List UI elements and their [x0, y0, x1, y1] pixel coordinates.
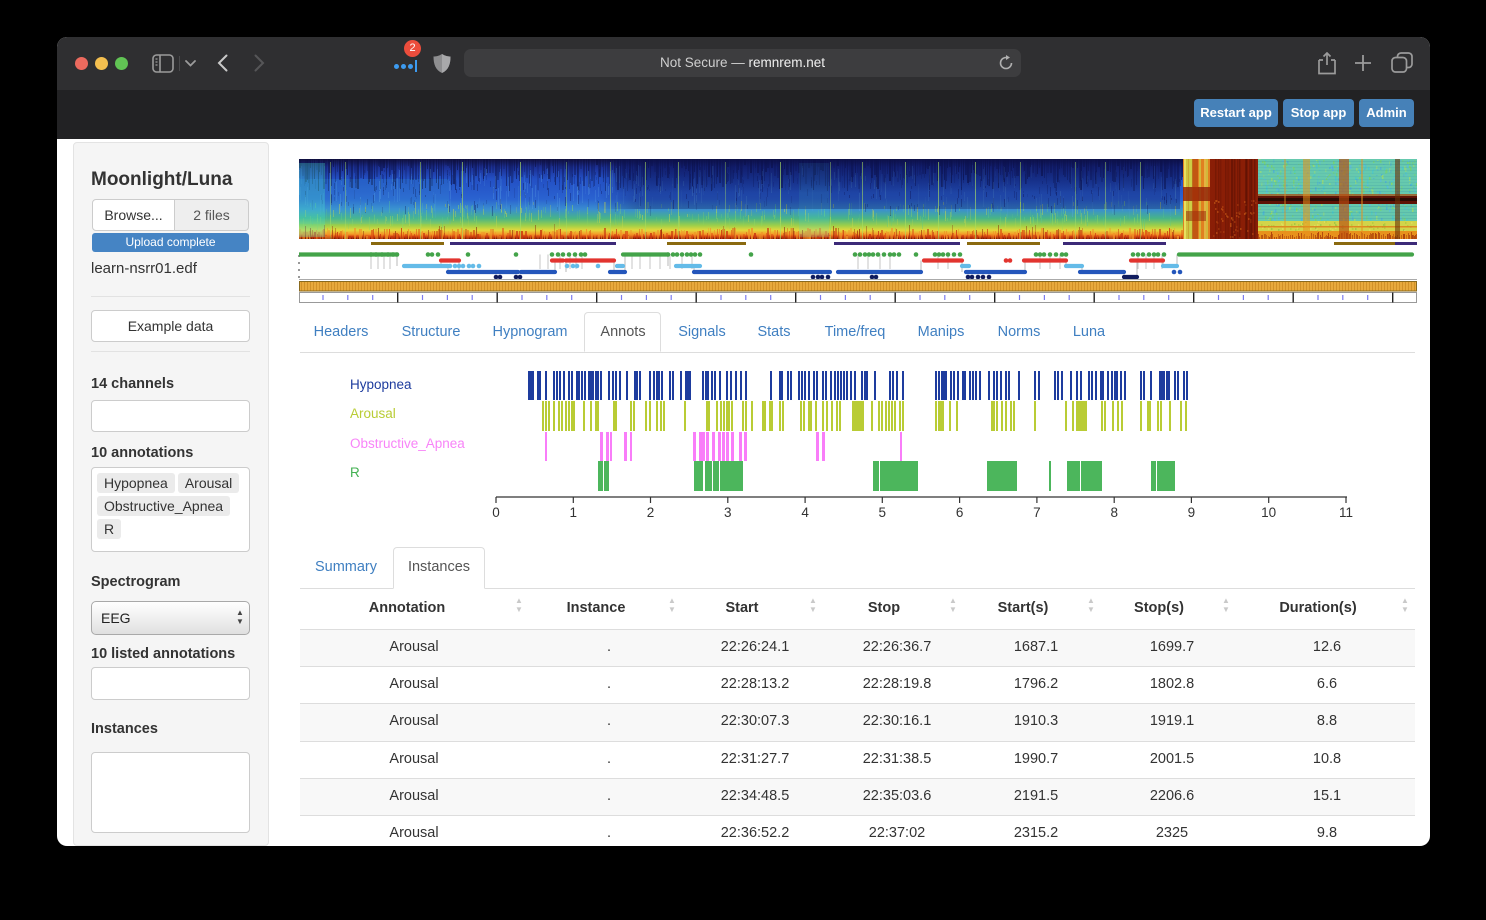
svg-text:7: 7 [1033, 505, 1041, 520]
svg-text:0: 0 [492, 505, 500, 520]
svg-text:3: 3 [724, 505, 732, 520]
svg-text:2: 2 [647, 505, 655, 520]
svg-text:9: 9 [1188, 505, 1196, 520]
svg-text:10: 10 [1261, 505, 1276, 520]
svg-text:4: 4 [801, 505, 809, 520]
svg-text:6: 6 [956, 505, 964, 520]
svg-text:8: 8 [1110, 505, 1118, 520]
svg-text:1: 1 [570, 505, 578, 520]
svg-text:5: 5 [879, 505, 887, 520]
svg-text:11: 11 [1339, 505, 1353, 520]
